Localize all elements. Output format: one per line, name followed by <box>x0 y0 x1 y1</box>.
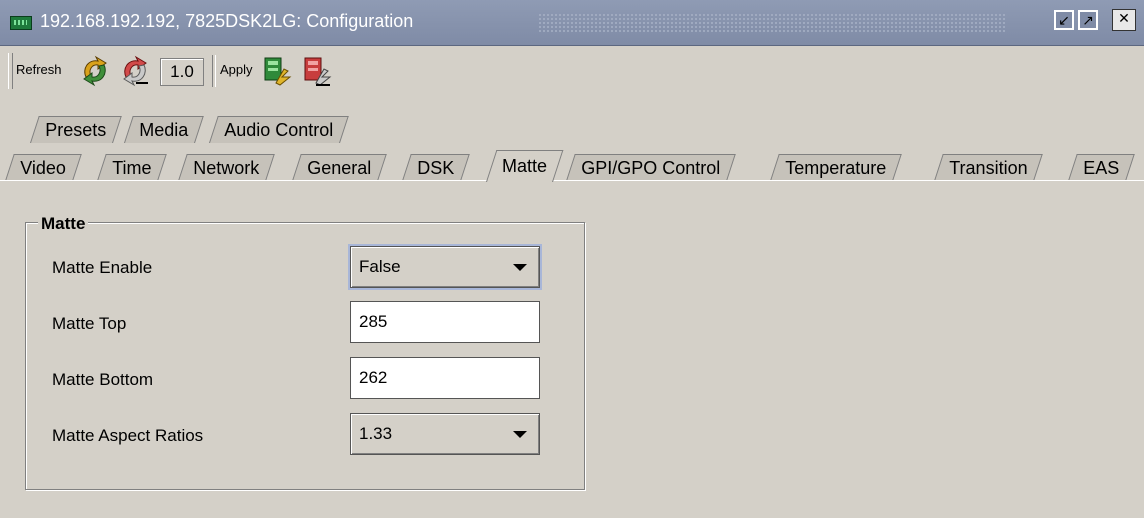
matte-enable-select[interactable]: False <box>348 244 542 290</box>
title-bar[interactable]: 192.168.192.192, 7825DSK2LG: Configurati… <box>0 0 1144 46</box>
tab-matte[interactable]: Matte <box>486 150 564 182</box>
window-title: 192.168.192.192, 7825DSK2LG: Configurati… <box>40 11 414 31</box>
float-icon[interactable]: ↗ <box>1078 10 1098 30</box>
tab-divider <box>0 180 1144 181</box>
matte-bottom-label: Matte Bottom <box>52 370 154 389</box>
apply-icon[interactable] <box>262 55 292 87</box>
matte-aspect-ratios-select[interactable]: 1.33 <box>350 413 540 455</box>
tab-dsk[interactable]: DSK <box>402 154 470 181</box>
refresh-rate-field[interactable]: 1.0 <box>160 58 204 86</box>
apply-label: Apply <box>220 62 253 77</box>
tab-time[interactable]: Time <box>97 154 168 181</box>
tab-presets[interactable]: Presets <box>30 116 122 143</box>
dock-icon[interactable]: ↙ <box>1054 10 1074 30</box>
tab-transition[interactable]: Transition <box>934 154 1044 181</box>
chevron-down-icon <box>513 431 527 438</box>
matte-bottom-input[interactable]: 262 <box>350 357 540 399</box>
title-bar-grip[interactable] <box>538 13 1006 33</box>
tab-temperature[interactable]: Temperature <box>770 154 902 181</box>
matte-top-input[interactable]: 285 <box>350 301 540 343</box>
refresh-stop-icon[interactable] <box>120 55 150 87</box>
matte-aspect-ratios-value: 1.33 <box>359 424 393 443</box>
refresh-label: Refresh <box>16 62 62 77</box>
matte-group-title: Matte <box>38 214 89 234</box>
apply-stop-icon[interactable] <box>302 55 332 87</box>
toolbar-grip <box>8 53 13 89</box>
tab-eas[interactable]: EAS <box>1068 154 1135 181</box>
toolbar-separator <box>212 55 216 87</box>
toolbar: Refresh 1.0 Apply <box>0 46 1144 102</box>
tab-strip: Presets Media Audio Control Video Time N… <box>0 110 1144 190</box>
card-icon <box>10 16 32 30</box>
tab-video[interactable]: Video <box>5 154 82 181</box>
matte-enable-value: False <box>359 257 401 276</box>
chevron-down-icon <box>513 264 527 271</box>
tab-audio-control[interactable]: Audio Control <box>209 116 349 143</box>
matte-enable-label: Matte Enable <box>52 258 153 277</box>
matte-aspect-ratios-label: Matte Aspect Ratios <box>52 426 204 445</box>
tab-network[interactable]: Network <box>178 154 275 181</box>
tab-media[interactable]: Media <box>124 116 204 143</box>
tab-general[interactable]: General <box>292 154 387 181</box>
refresh-icon[interactable] <box>80 55 110 87</box>
matte-top-label: Matte Top <box>52 314 127 333</box>
tab-gpi-gpo-control[interactable]: GPI/GPO Control <box>566 154 736 181</box>
close-icon[interactable]: ✕ <box>1112 9 1136 31</box>
